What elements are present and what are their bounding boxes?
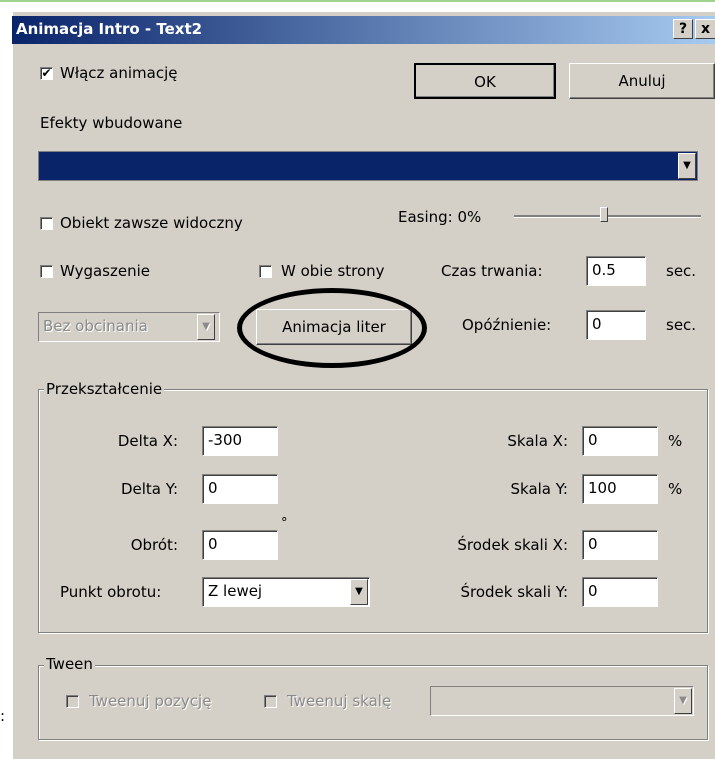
highlight-ellipse: [237, 288, 427, 368]
chevron-down-icon: ▼: [674, 688, 692, 714]
delay-label: Opóźnienie:: [462, 316, 552, 334]
fade-label: Wygaszenie: [60, 262, 150, 280]
scale-y-input[interactable]: 100: [582, 474, 658, 504]
chevron-down-icon: ▼: [197, 314, 215, 340]
tween-position-checkbox[interactable]: [66, 695, 79, 708]
scale-x-unit: %: [668, 432, 683, 450]
duration-unit: sec.: [666, 262, 697, 280]
delta-x-label: Delta X:: [117, 432, 178, 450]
scale-y-unit: %: [668, 480, 683, 498]
always-visible-checkbox[interactable]: [40, 217, 53, 230]
delta-y-input[interactable]: 0: [202, 474, 278, 504]
clipping-dropdown[interactable]: Bez obcinania: [38, 312, 220, 342]
pivot-dropdown[interactable]: Z lewej: [202, 577, 370, 607]
chevron-down-icon[interactable]: ▼: [678, 153, 696, 179]
window-title: Animacja Intro - Text2: [16, 20, 203, 38]
scale-y-label: Skala Y:: [510, 480, 569, 498]
help-button[interactable]: ?: [673, 19, 693, 39]
tween-position-label: Tweenuj pozycję: [89, 692, 212, 710]
always-visible-label: Obiekt zawsze widoczny: [60, 214, 243, 232]
cancel-button[interactable]: Anuluj: [569, 63, 715, 99]
delay-unit: sec.: [666, 316, 697, 334]
easing-slider-thumb[interactable]: [600, 207, 608, 222]
enable-animation-label: Włącz animację: [60, 64, 178, 82]
both-ways-checkbox[interactable]: [259, 265, 272, 278]
ok-button[interactable]: OK: [414, 63, 556, 99]
rotation-input[interactable]: 0: [202, 530, 278, 560]
close-button[interactable]: x: [695, 19, 715, 39]
rotation-label: Obrót:: [130, 536, 178, 554]
tween-dropdown[interactable]: [430, 686, 694, 716]
scale-center-y-label: Środek skali Y:: [460, 583, 569, 601]
duration-label: Czas trwania:: [441, 262, 543, 280]
builtin-effects-dropdown[interactable]: [38, 151, 698, 181]
top-edge: [0, 0, 715, 2]
clipping-value: Bez obcinania: [43, 317, 148, 335]
enable-animation-checkbox[interactable]: ✔: [40, 67, 53, 80]
left-edge-mark: :: [0, 707, 6, 725]
both-ways-label: W obie strony: [281, 262, 385, 280]
chevron-down-icon[interactable]: ▼: [350, 579, 368, 605]
left-edge: [0, 0, 12, 759]
duration-input[interactable]: 0.5: [586, 256, 646, 286]
pivot-label: Punkt obrotu:: [60, 583, 162, 601]
tween-legend: Tween: [44, 655, 95, 673]
delay-input[interactable]: 0: [586, 310, 646, 340]
scale-center-x-label: Środek skali X:: [457, 536, 568, 554]
delta-x-input[interactable]: -300: [202, 426, 278, 456]
easing-label: Easing: 0%: [398, 208, 482, 226]
tween-scale-checkbox[interactable]: [264, 695, 277, 708]
scale-x-label: Skala X:: [507, 432, 568, 450]
scale-center-y-input[interactable]: 0: [582, 577, 658, 607]
scale-center-x-input[interactable]: 0: [582, 530, 658, 560]
scale-x-input[interactable]: 0: [582, 426, 658, 456]
fade-checkbox[interactable]: [40, 265, 53, 278]
tween-scale-label: Tweenuj skalę: [287, 692, 392, 710]
transform-legend: Przekształcenie: [44, 380, 165, 398]
degree-unit: °: [281, 516, 288, 531]
delta-y-label: Delta Y:: [120, 480, 178, 498]
builtin-effects-label: Efekty wbudowane: [40, 114, 183, 132]
